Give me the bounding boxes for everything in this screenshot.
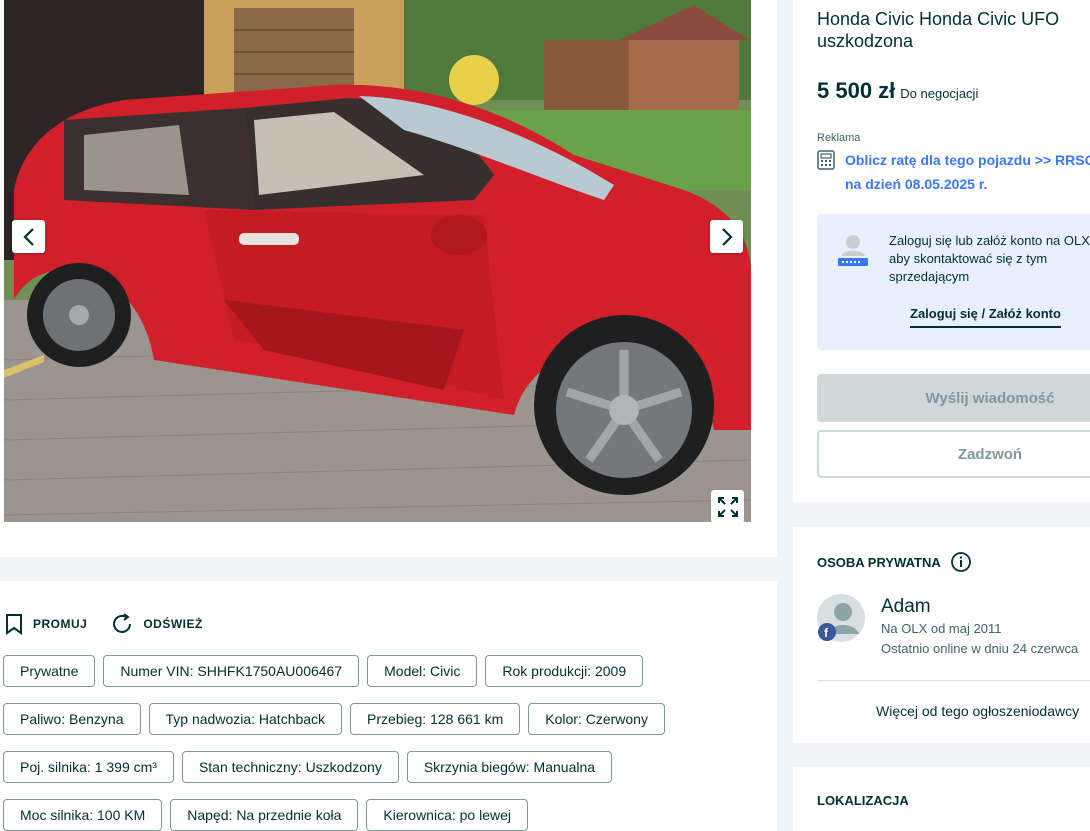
price: 5 500 zł [817, 78, 896, 103]
loan-calculator-link[interactable]: Oblicz ratę dla tego pojazdu >> RRSO na … [817, 148, 1090, 196]
refresh-icon [113, 613, 132, 633]
seller-name[interactable]: Adam [881, 596, 931, 618]
tag-steering: Kierownica: po lewej [366, 799, 529, 831]
tag-drive: Napęd: Na przednie koła [170, 799, 359, 831]
tag-row: Poj. silnika: 1 399 cm³ Stan techniczny:… [3, 751, 773, 783]
listing-page: PROMUJ ODŚWIEŻ Prywatne Numer VIN: SHHFK… [0, 0, 1090, 831]
avatar: f [817, 594, 865, 642]
tag-vin: Numer VIN: SHHFK1750AU006467 [103, 655, 360, 687]
info-icon[interactable] [950, 552, 971, 572]
listing-title: Honda Civic Honda Civic UFO uszkodzona [817, 9, 1060, 51]
seller-type-label: OSOBA PRYWATNA [817, 554, 941, 570]
tag-condition: Stan techniczny: Uszkodzony [181, 751, 399, 783]
tag-color: Kolor: Czerwony [528, 703, 665, 735]
gallery-fullscreen-button[interactable] [711, 490, 744, 523]
call-button[interactable]: Zadzwoń [817, 430, 1090, 478]
chevron-right-icon [721, 227, 733, 246]
tag-row: Prywatne Numer VIN: SHHFK1750AU006467 Mo… [3, 655, 773, 687]
tag-row: Paliwo: Benzyna Typ nadwozia: Hatchback … [3, 703, 773, 735]
gallery-card [0, 0, 777, 557]
send-message-button[interactable]: Wyślij wiadomość [817, 374, 1090, 422]
ad-label: Reklama [817, 132, 861, 144]
negotiable-label: Do negocjacji [900, 86, 979, 101]
location-title: LOKALIZACJA [817, 793, 909, 808]
tag-row: Moc silnika: 100 KM Napęd: Na przednie k… [3, 799, 773, 831]
seller-card: OSOBA PRYWATNA f Adam Na OLX od maj 2011… [793, 527, 1090, 743]
promote-button[interactable]: PROMUJ [5, 613, 87, 635]
parameter-tags: Prywatne Numer VIN: SHHFK1750AU006467 Mo… [3, 655, 773, 831]
login-link[interactable]: Zaloguj się / Załóż konto [910, 306, 1061, 328]
refresh-button[interactable]: ODŚWIEŻ [111, 613, 203, 635]
tag-body-type: Typ nadwozia: Hatchback [148, 703, 343, 735]
tag-engine-power: Moc silnika: 100 KM [3, 799, 163, 831]
tag-model: Model: Civic [367, 655, 478, 687]
seller-type: OSOBA PRYWATNA [817, 552, 971, 572]
seller-member-since: Na OLX od maj 2011 [881, 621, 1002, 636]
price-row: 5 500 zł Do negocjacji [817, 78, 978, 104]
seller-last-online: Ostatnio online w dniu 24 czerwca [881, 641, 1079, 656]
calculator-icon [817, 150, 835, 170]
gallery-next-button[interactable] [710, 220, 743, 253]
loan-text-line2[interactable]: na dzień 08.05.2025 r. [845, 172, 1090, 196]
tag-mileage: Przebieg: 128 661 km [350, 703, 521, 735]
ad-actions: PROMUJ ODŚWIEŻ [5, 613, 227, 635]
promote-label: PROMUJ [33, 617, 88, 631]
bookmark-icon [6, 614, 22, 635]
expand-icon [717, 496, 738, 517]
location-card: LOKALIZACJA [793, 767, 1090, 831]
more-from-seller-link[interactable]: Więcej od tego ogłoszeniodawcy [876, 703, 1079, 719]
tag-gearbox: Skrzynia biegów: Manualna [406, 751, 613, 783]
refresh-label: ODŚWIEŻ [143, 617, 203, 631]
user-device-icon [838, 235, 868, 266]
gallery-prev-button[interactable] [12, 220, 45, 253]
chevron-left-icon [22, 227, 34, 246]
tag-engine-capacity: Poj. silnika: 1 399 cm³ [3, 751, 174, 783]
login-prompt: Zaloguj się lub załóż konto na OLX, aby … [817, 214, 1090, 350]
car-photo[interactable] [4, 0, 751, 522]
tag-seller-type: Prywatne [3, 655, 96, 687]
login-prompt-text: Zaloguj się lub załóż konto na OLX, aby … [889, 233, 1090, 284]
details-card: PROMUJ ODŚWIEŻ Prywatne Numer VIN: SHHFK… [0, 581, 777, 831]
loan-text-line1[interactable]: Oblicz ratę dla tego pojazdu >> RRSO [845, 148, 1090, 172]
tag-fuel: Paliwo: Benzyna [3, 703, 141, 735]
summary-card: Honda Civic Honda Civic UFO uszkodzona 5… [793, 0, 1090, 502]
divider [817, 680, 1090, 681]
tag-year: Rok produkcji: 2009 [485, 655, 644, 687]
